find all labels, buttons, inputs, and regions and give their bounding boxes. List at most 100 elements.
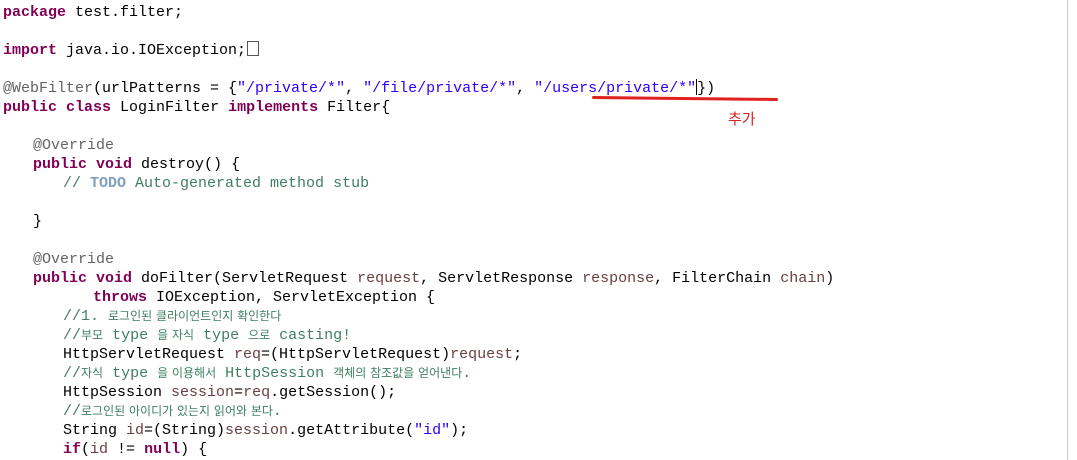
void-keyword: void [96,156,133,173]
code-line-throws: throws IOException, ServletException { [93,288,435,307]
code-text: != [108,441,145,458]
comment-text: 을 이용해서 [157,366,217,380]
public-keyword: public [3,99,58,116]
code-text: Filter{ [318,99,391,116]
param-request: request [357,270,421,287]
code-text: (urlPatterns = { [93,80,238,97]
var-req: req [243,384,271,401]
import-statement: java.io.IOException; [57,42,247,59]
code-text: =(String) [144,422,226,439]
code-text: IOException, ServletException { [147,289,436,306]
code-text: , ServletResponse [420,270,583,287]
param-chain: chain [780,270,826,287]
comment-text: //1. [63,308,109,325]
class-keyword: class [66,99,112,116]
package-name: test.filter; [66,4,184,21]
comment-text: // [63,403,82,420]
code-line-package: package test.filter; [3,3,183,22]
url-pattern-users-private: "/users/private/*" [534,80,697,97]
code-line-destroy: public void destroy() { [33,155,240,174]
comment-text: 로그인된 아이디가 있는지 읽어와 본다 [81,404,273,418]
comment-text: 부모 [81,328,104,342]
var-session: session [171,384,235,401]
code-editor[interactable]: package test.filter; import java.io.IOEx… [0,0,1077,460]
var-id: id [90,441,109,458]
code-text: } [33,213,43,230]
throws-keyword: throws [93,289,148,306]
package-keyword: package [3,4,67,21]
todo-tag: TODO [90,175,127,192]
code-text: ( [81,441,91,458]
code-text: =(HttpServletRequest) [261,346,451,363]
code-text: , [345,80,364,97]
code-line-todo-comment: // TODO Auto-generated method stub [63,174,369,193]
code-line-close-brace: } [33,212,42,231]
comment-text: 으로 [248,328,271,342]
comment-text: . [462,365,472,382]
comment-text: type [103,365,158,382]
code-text: .getSession(); [270,384,397,401]
code-line-get-attribute: String id=(String)session.getAttribute("… [63,421,468,440]
implements-keyword: implements [228,99,319,116]
null-keyword: null [144,441,181,458]
comment-text: type [103,327,158,344]
import-keyword: import [3,42,58,59]
comment-text: // [63,365,82,382]
code-line-get-session: HttpSession session=req.getSession(); [63,383,396,402]
public-keyword: public [33,270,88,287]
code-text: ) { [180,441,208,458]
comment-text: . [272,403,282,420]
code-text: ); [450,422,469,439]
override-annotation: @Override [33,251,115,268]
code-text: doFilter(ServletRequest [132,270,358,287]
code-line-import: import java.io.IOException; [3,41,260,60]
code-text: .getAttribute( [288,422,415,439]
class-name: LoginFilter [111,99,229,116]
webfilter-annotation: @WebFilter [3,80,94,97]
comment-text: 자식 [81,366,104,380]
comment-text: 로그인된 클라이언트인지 확인한다 [108,309,282,323]
var-session: session [225,422,289,439]
code-text: HttpServletRequest [63,346,235,363]
code-text: destroy() { [132,156,241,173]
code-line-comment-1: //1. 로그인된 클라이언트인지 확인한다 [63,307,281,326]
comment-text: // [63,175,91,192]
comment-text: 객체의 참조값을 얻어낸다 [333,366,463,380]
red-underline-mark [591,96,779,101]
code-line-comment-3: //자식 type 을 이용해서 HttpSession 객체의 참조값을 얻어… [63,364,471,383]
code-line-class-declaration: public class LoginFilter implements Filt… [3,98,390,117]
code-line-dofilter: public void doFilter(ServletRequest requ… [33,269,834,288]
code-text: ) [825,270,835,287]
url-pattern-file-private: "/file/private/*" [363,80,517,97]
code-text: = [234,384,244,401]
url-pattern-private: "/private/*" [237,80,346,97]
param-response: response [582,270,655,287]
public-keyword: public [33,156,88,173]
comment-text: // [63,327,82,344]
if-keyword: if [63,441,82,458]
code-text: , FilterChain [654,270,781,287]
override-annotation: @Override [33,137,115,154]
comment-text: 을 자식 [157,328,195,342]
added-annotation-label: 추가 [728,110,756,128]
code-line-override-1: @Override [33,136,114,155]
collapsed-imports-icon[interactable] [247,41,260,56]
comment-text: HttpSession [216,365,334,382]
code-line-req-cast: HttpServletRequest req=(HttpServletReque… [63,345,522,364]
param-request: request [450,346,514,363]
code-line-override-2: @Override [33,250,114,269]
code-line-if: if(id != null) { [63,440,207,459]
code-text: ; [513,346,523,363]
editor-margin-divider [1067,0,1068,460]
var-id: id [126,422,145,439]
code-text: , [516,80,535,97]
comment-text: Auto-generated method stub [126,175,370,192]
void-keyword: void [96,270,133,287]
comment-text: type [194,327,249,344]
code-text: }) [697,80,716,97]
string-literal: "id" [414,422,451,439]
code-text: HttpSession [63,384,172,401]
code-line-comment-4: //로그인된 아이디가 있는지 읽어와 본다. [63,402,282,421]
code-line-comment-2: //부모 type 을 자식 type 으로 casting! [63,326,351,345]
comment-text: casting! [270,327,352,344]
